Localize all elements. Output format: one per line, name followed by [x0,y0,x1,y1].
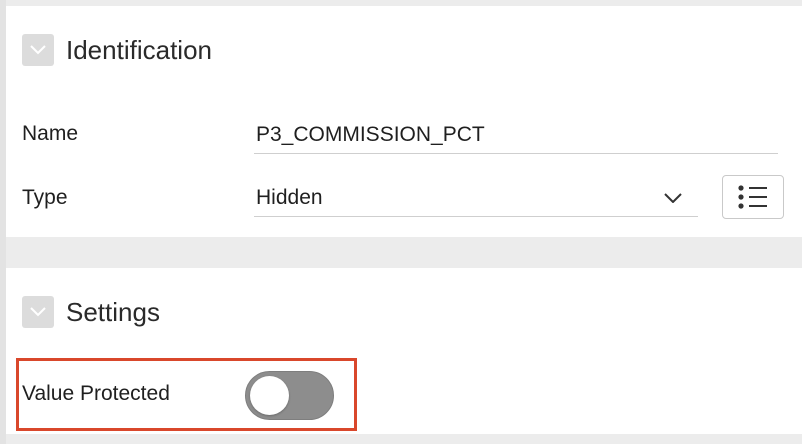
list-icon [738,185,767,209]
chevron-down-icon [664,192,682,203]
toggle-knob [250,376,289,415]
settings-collapse-button[interactable] [22,296,54,328]
settings-header[interactable]: Settings [22,296,160,328]
chevron-down-icon [30,45,46,55]
type-select-value: Hidden [256,185,323,209]
value-protected-label: Value Protected [22,382,170,405]
chevron-down-icon [30,307,46,317]
list-of-values-button[interactable] [722,175,784,219]
identification-collapse-button[interactable] [22,34,54,66]
identification-title: Identification [66,34,212,65]
name-field[interactable] [254,116,778,154]
type-select[interactable]: Hidden [254,179,698,217]
name-label: Name [22,122,79,145]
identification-header[interactable]: Identification [22,34,212,66]
type-label: Type [22,186,68,209]
identification-panel: Identification Name Type Hidden [6,6,802,237]
value-protected-toggle[interactable] [245,371,334,420]
settings-title: Settings [66,296,160,327]
